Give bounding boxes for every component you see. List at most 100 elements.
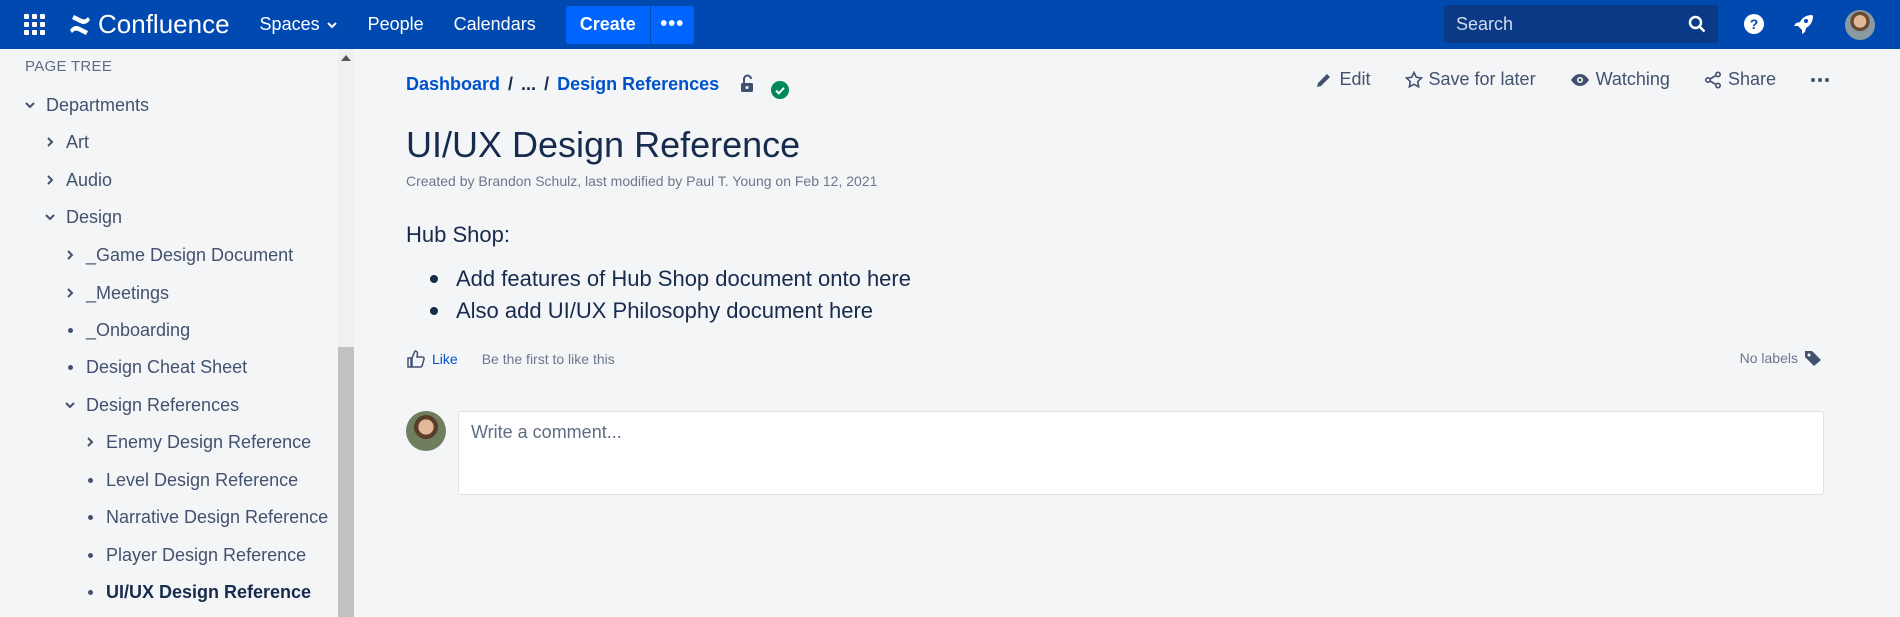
help-button[interactable]: ? <box>1741 11 1767 37</box>
sidebar-tree-item[interactable]: Design <box>40 203 122 231</box>
breadcrumb-separator: / <box>508 73 514 94</box>
rocket-icon <box>1794 15 1813 34</box>
sidebar-tree-item-label: _Meetings <box>86 282 170 303</box>
nav-spaces-dropdown[interactable]: Spaces <box>260 14 338 35</box>
create-button-group: Create ••• <box>565 5 694 44</box>
edit-button[interactable]: Edit <box>1315 69 1371 90</box>
like-button[interactable]: Like <box>406 349 458 369</box>
sidebar-tree-item-label: Level Design Reference <box>106 469 299 490</box>
sidebar-tree-item[interactable]: Design References <box>60 391 239 419</box>
scrollbar-thumb[interactable] <box>338 347 354 617</box>
sidebar-tree-item[interactable]: _Meetings <box>60 279 169 307</box>
sidebar-tree-item-label: Player Design Reference <box>106 544 307 565</box>
labels-button[interactable]: No labels <box>1740 349 1822 367</box>
breadcrumb: Dashboard / ... / Design References <box>406 69 790 99</box>
confluence-logo-icon <box>70 14 90 35</box>
unlock-icon[interactable] <box>739 74 757 94</box>
user-avatar[interactable] <box>1845 10 1875 40</box>
page-byline: Created by Brandon Schulz, last modified… <box>406 173 878 189</box>
sidebar-tree-item[interactable]: Design Cheat Sheet <box>60 353 247 381</box>
sidebar-tree-item-label: Art <box>66 131 90 152</box>
nav-calendars-link[interactable]: Calendars <box>454 14 536 35</box>
sidebar-tree-item[interactable]: Enemy Design Reference <box>80 428 311 456</box>
list-item: Also add UI/UX Philosophy document here <box>430 295 911 327</box>
help-icon: ? <box>1744 14 1764 34</box>
chevron-down-icon[interactable] <box>20 99 40 111</box>
bullet-list: Add features of Hub Shop document onto h… <box>430 263 911 327</box>
save-for-later-label: Save for later <box>1428 69 1536 89</box>
eye-icon <box>1570 73 1589 86</box>
breadcrumb-separator: / <box>544 73 550 94</box>
search-placeholder: Search <box>1456 13 1514 34</box>
share-label: Share <box>1727 69 1776 89</box>
app-grid-icon <box>24 14 45 35</box>
list-item: Add features of Hub Shop document onto h… <box>430 263 911 295</box>
comment-input[interactable]: Write a comment... <box>458 411 1824 495</box>
nav-people-link[interactable]: People <box>368 14 424 35</box>
chevron-right-icon[interactable] <box>60 287 80 299</box>
sidebar-tree-item[interactable]: Audio <box>40 166 112 194</box>
sidebar-tree-item-label: Design <box>66 206 123 227</box>
breadcrumb-ellipsis[interactable]: ... <box>521 74 536 95</box>
share-icon <box>1704 70 1721 89</box>
tag-icon <box>1805 351 1821 366</box>
chevron-right-icon[interactable] <box>40 174 60 186</box>
bullet-icon <box>60 364 80 370</box>
sidebar-tree-item[interactable]: Level Design Reference <box>80 466 298 494</box>
logo-text: Confluence <box>98 9 230 39</box>
sidebar-scrollbar[interactable] <box>338 49 354 617</box>
sidebar-tree-item[interactable]: Departments <box>20 91 149 119</box>
chevron-down-icon[interactable] <box>60 399 80 411</box>
share-button[interactable]: Share <box>1704 69 1776 90</box>
star-icon <box>1404 70 1423 88</box>
svg-text:?: ? <box>1750 16 1759 32</box>
confluence-logo[interactable]: Confluence <box>68 9 230 40</box>
sidebar-tree-item[interactable]: _Onboarding <box>60 316 190 344</box>
comment-placeholder: Write a comment... <box>471 422 622 442</box>
sidebar-tree-item[interactable]: _Game Design Document <box>60 241 293 269</box>
bullet-icon <box>80 477 100 483</box>
sidebar-tree-item[interactable]: UI/UX Design Reference <box>80 578 311 606</box>
nav-people-label: People <box>367 14 424 34</box>
thumbs-up-icon <box>407 350 425 368</box>
labels-text: No labels <box>1739 350 1798 366</box>
search-input[interactable]: Search <box>1444 5 1718 43</box>
sidebar-tree-item-label: Departments <box>46 94 150 115</box>
scroll-up-arrow-icon[interactable] <box>341 55 351 61</box>
chevron-down-icon[interactable] <box>40 211 60 223</box>
sidebar-tree-item-label: Narrative Design Reference <box>106 506 329 527</box>
sidebar-tree-item-label: Enemy Design Reference <box>106 431 312 452</box>
sidebar-tree-item-label: Design References <box>86 394 240 415</box>
create-button[interactable]: Create <box>565 5 650 44</box>
like-status-text: Be the first to like this <box>481 351 615 367</box>
watching-label: Watching <box>1595 69 1670 89</box>
chevron-right-icon[interactable] <box>80 436 100 448</box>
page-tree: PAGE TREE Departments Art Audio Design _Game… <box>0 49 338 617</box>
save-for-later-button[interactable]: Save for later <box>1404 69 1536 90</box>
nav-spaces-label: Spaces <box>259 14 320 34</box>
check-circle-icon <box>771 81 790 99</box>
like-label: Like <box>432 351 458 367</box>
create-more-button[interactable]: ••• <box>649 5 694 44</box>
bullet-icon <box>80 514 100 520</box>
more-actions-button[interactable] <box>1810 77 1836 83</box>
chevron-right-icon[interactable] <box>40 136 60 148</box>
breadcrumb-parent-link[interactable]: Design References <box>557 74 719 95</box>
breadcrumb-dashboard-link[interactable]: Dashboard <box>406 74 500 95</box>
like-row: Like Be the first to like this <box>406 349 615 369</box>
sidebar-tree-item[interactable]: Art <box>40 128 89 156</box>
app-switcher-button[interactable] <box>17 7 52 42</box>
sidebar-tree-item-label: Audio <box>66 169 113 190</box>
more-horizontal-icon <box>1811 77 1829 82</box>
commenter-avatar <box>406 411 446 451</box>
nav-calendars-label: Calendars <box>453 14 536 34</box>
sidebar-tree-item[interactable]: Player Design Reference <box>80 541 306 569</box>
watching-button[interactable]: Watching <box>1570 69 1670 90</box>
section-heading: Hub Shop: <box>406 222 510 247</box>
notifications-button[interactable] <box>1790 11 1816 37</box>
sidebar-tree-item[interactable]: Narrative Design Reference <box>80 503 328 531</box>
main-content: Dashboard / ... / Design References Edit… <box>356 49 1900 617</box>
sidebar: PAGE TREE Departments Art Audio Design _Game… <box>0 49 354 617</box>
page-actions: Edit Save for later Watching Share <box>1281 69 1836 90</box>
chevron-right-icon[interactable] <box>60 249 80 261</box>
